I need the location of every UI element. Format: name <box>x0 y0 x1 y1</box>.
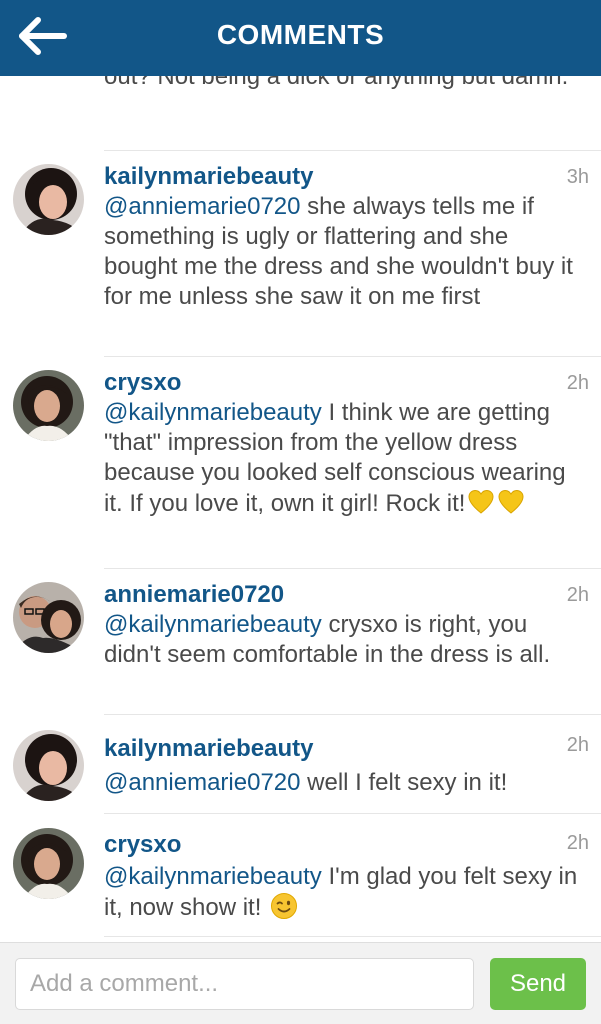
divider <box>104 936 601 937</box>
divider <box>104 356 601 357</box>
avatar-photo-icon <box>13 164 84 235</box>
comment-timestamp: 2h <box>566 832 589 854</box>
comment-timestamp: 2h <box>566 584 589 606</box>
comment-text: @anniemarie0720 she always tells me if s… <box>104 192 582 312</box>
avatar[interactable] <box>13 828 84 899</box>
avatar-photo-icon <box>13 828 84 899</box>
comment-list[interactable]: out? Not being a dick or anything but da… <box>0 76 601 942</box>
comment-username[interactable]: kailynmariebeauty <box>104 734 313 764</box>
divider <box>104 813 601 814</box>
avatar-photo-icon <box>13 730 84 801</box>
comment-timestamp: 2h <box>566 372 589 394</box>
mention-link[interactable]: @anniemarie0720 <box>104 193 301 220</box>
comment-text: @kailynmariebeauty I'm glad you felt sex… <box>104 862 582 923</box>
avatar[interactable] <box>13 164 84 235</box>
comment-username[interactable]: crysxo <box>104 830 181 860</box>
divider <box>104 150 601 151</box>
comment-body: well I felt sexy in it! <box>300 769 508 796</box>
mention-link[interactable]: @kailynmariebeauty <box>104 863 322 890</box>
yellow-heart-icon <box>497 488 525 516</box>
mention-link[interactable]: @kailynmariebeauty <box>104 611 322 638</box>
comments-screen: COMMENTS out? Not being a dick or anythi… <box>0 0 601 1024</box>
mention-link[interactable]: @kailynmariebeauty <box>104 399 322 426</box>
comment-text: @kailynmariebeauty I think we are gettin… <box>104 398 582 519</box>
comment-username[interactable]: anniemarie0720 <box>104 580 284 610</box>
page-title: COMMENTS <box>216 19 385 50</box>
comment-username[interactable]: kailynmariebeauty <box>104 162 313 192</box>
comment-text: @anniemarie0720 well I felt sexy in it! <box>104 768 582 798</box>
comment-input[interactable] <box>15 958 474 1010</box>
avatar-photo-icon <box>13 370 84 441</box>
avatar-photo-icon <box>13 582 84 653</box>
header-bar: COMMENTS <box>0 0 601 76</box>
comment-username[interactable]: crysxo <box>104 368 181 398</box>
comment-timestamp: 3h <box>566 166 589 188</box>
comment-timestamp: 2h <box>566 734 589 756</box>
divider <box>104 714 601 715</box>
divider <box>104 568 601 569</box>
send-button[interactable]: Send <box>490 958 586 1010</box>
winking-face-icon <box>270 892 298 920</box>
yellow-heart-icon <box>467 488 495 516</box>
avatar[interactable] <box>13 582 84 653</box>
comment-composer: Send <box>0 942 601 1024</box>
partial-comment-text: out? Not being a dick or anything but da… <box>104 76 569 90</box>
mention-link[interactable]: @anniemarie0720 <box>104 769 301 796</box>
avatar[interactable] <box>13 370 84 441</box>
comment-text: @kailynmariebeauty crysxo is right, you … <box>104 610 582 670</box>
avatar[interactable] <box>13 730 84 801</box>
